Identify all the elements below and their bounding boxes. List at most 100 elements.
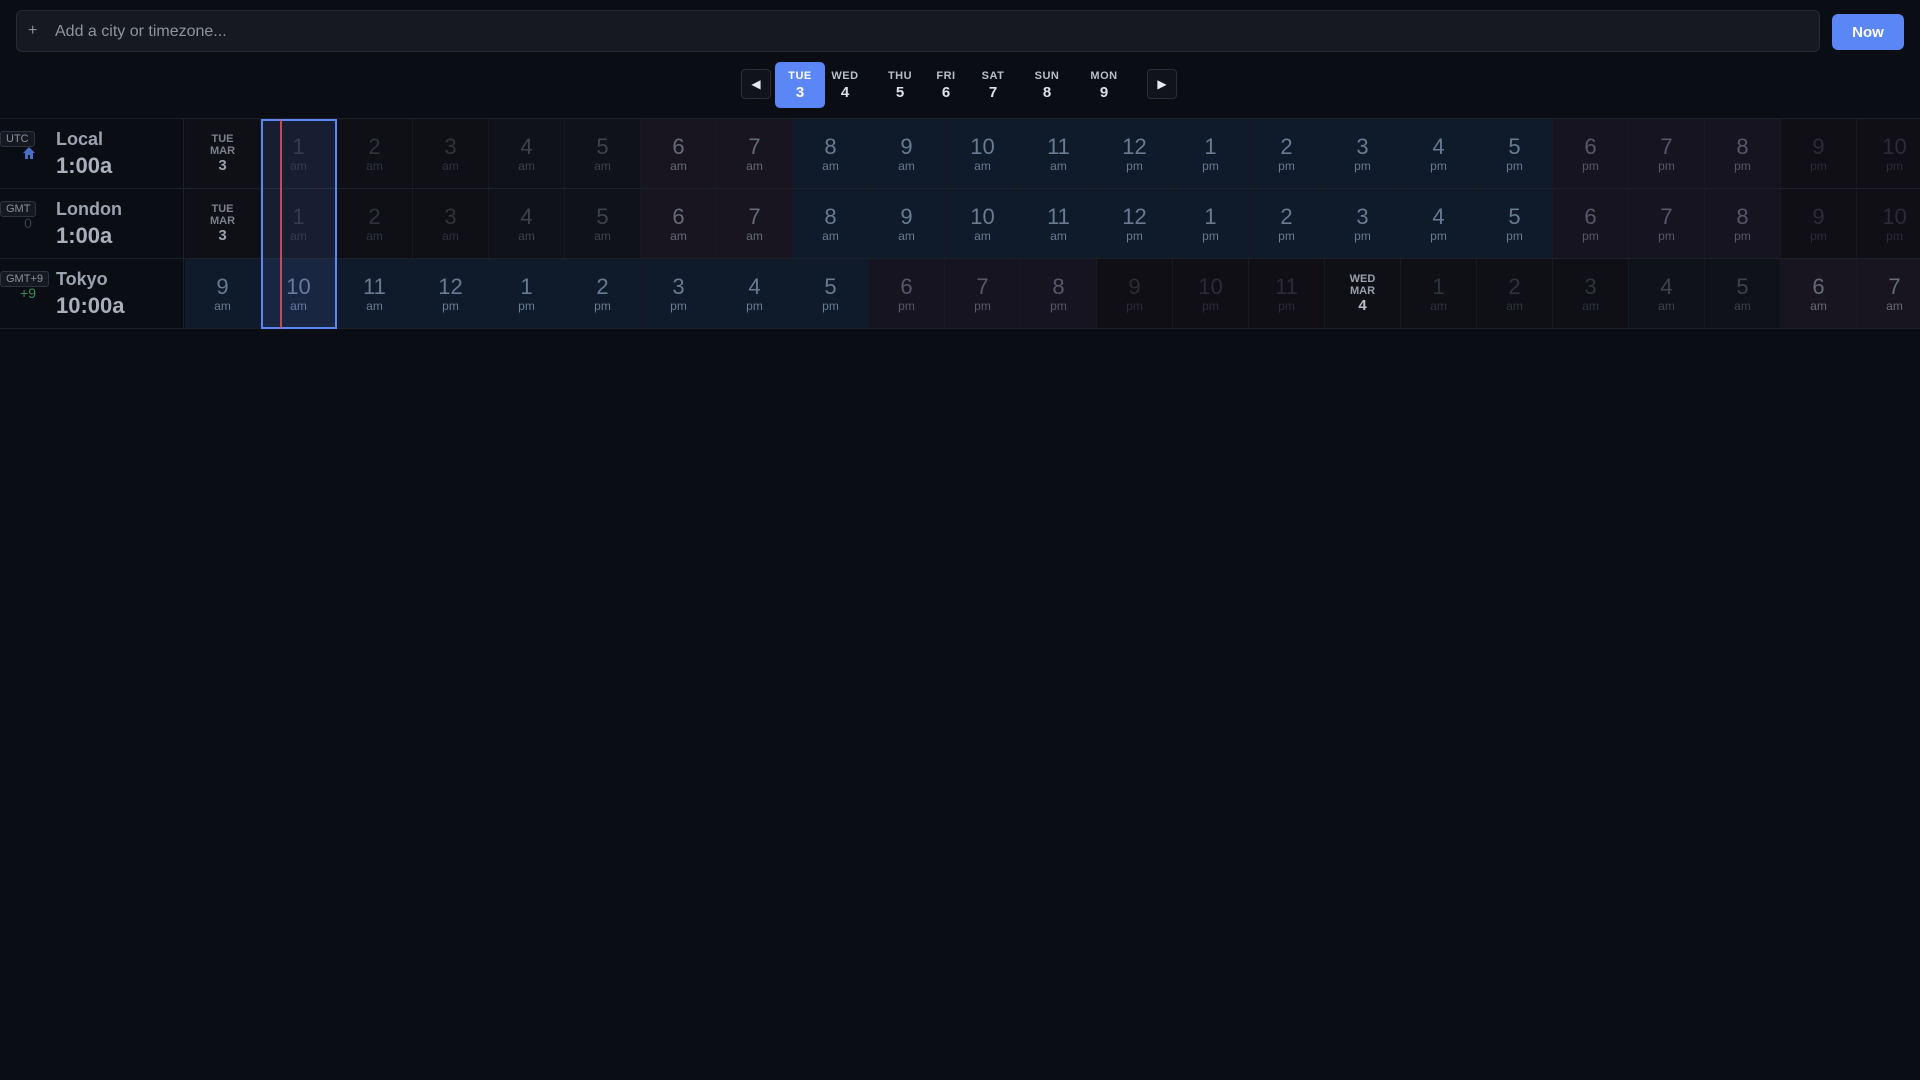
hour-cell[interactable]: 7 pm — [1629, 189, 1705, 258]
day-tab-tue[interactable]: TUE 3 — [775, 62, 825, 108]
hour-cell[interactable]: 6 pm — [1553, 119, 1629, 188]
hour-cell[interactable]: 4 pm — [1401, 119, 1477, 188]
next-day-button[interactable]: ▶ — [1147, 69, 1177, 99]
hour-cell[interactable]: 6 am — [641, 119, 717, 188]
date-cell[interactable]: TUE MAR 3 — [185, 189, 261, 258]
meridiem: am — [974, 158, 991, 173]
hour-cell[interactable]: 7 am — [717, 189, 793, 258]
day-tab-mon[interactable]: MON 9 — [1079, 62, 1129, 108]
day-tab-sat[interactable]: SAT 7 — [971, 62, 1015, 108]
hour-cell[interactable]: 11 am — [1021, 119, 1097, 188]
hour-cell[interactable]: 8 am — [793, 189, 869, 258]
date-cell[interactable]: WED MAR 4 — [1325, 259, 1401, 328]
hour-cell[interactable]: 4 am — [489, 189, 565, 258]
day-tab-name: SUN — [1034, 69, 1060, 82]
meridiem: pm — [1202, 158, 1219, 173]
hour-number: 4 — [1432, 203, 1445, 229]
hour-cell[interactable]: 4 pm — [1401, 189, 1477, 258]
hour-cell[interactable]: 12 pm — [1097, 119, 1173, 188]
hour-number: 6 — [900, 273, 913, 299]
hour-cell[interactable]: 12 pm — [1097, 189, 1173, 258]
date-cell[interactable]: TUE MAR 3 — [185, 119, 261, 188]
hour-number: 5 — [1508, 203, 1521, 229]
hour-cell[interactable]: 3 am — [1553, 259, 1629, 328]
hour-cell[interactable]: 4 am — [489, 119, 565, 188]
hour-cell[interactable]: 10 pm — [1173, 259, 1249, 328]
hour-cell[interactable]: 11 pm — [1249, 259, 1325, 328]
hour-cell[interactable]: 6 pm — [1553, 189, 1629, 258]
hour-cell[interactable]: 2 am — [1477, 259, 1553, 328]
hour-number: 7 — [748, 133, 761, 159]
hour-cell[interactable]: 1 pm — [1173, 189, 1249, 258]
day-number: 4 — [1358, 297, 1367, 314]
day-tab-sun[interactable]: SUN 8 — [1023, 62, 1071, 108]
hour-cell[interactable]: 9 am — [869, 119, 945, 188]
hour-cell[interactable]: 9 pm — [1097, 259, 1173, 328]
hour-cell[interactable]: 9 pm — [1781, 189, 1857, 258]
hour-cell[interactable]: 5 am — [565, 189, 641, 258]
hour-cell[interactable]: 1 am — [261, 119, 337, 188]
hour-cell[interactable]: 1 am — [1401, 259, 1477, 328]
meridiem: pm — [1810, 158, 1827, 173]
hour-cell[interactable]: 11 am — [1021, 189, 1097, 258]
hour-cell[interactable]: 10 pm — [1857, 119, 1920, 188]
hour-cell[interactable]: 7 pm — [1629, 119, 1705, 188]
day-tab-wed[interactable]: WED 4 — [823, 62, 867, 108]
hour-cell[interactable]: 3 pm — [641, 259, 717, 328]
hour-cell[interactable]: 5 pm — [1477, 189, 1553, 258]
timezone-row-london[interactable]: 0 London GMT 1:00a TUE MAR 3 1 am 2 am 3 am 4 am 5 am 6 am… — [0, 189, 1920, 259]
hour-cell[interactable]: 7 am — [1857, 259, 1920, 328]
hour-cell[interactable]: 3 am — [413, 119, 489, 188]
hour-cell[interactable]: 10 am — [261, 259, 337, 328]
hour-cell[interactable]: 2 am — [337, 189, 413, 258]
hour-cell[interactable]: 3 am — [413, 189, 489, 258]
hour-cell[interactable]: 5 pm — [1477, 119, 1553, 188]
add-city-input[interactable] — [53, 11, 1797, 53]
hour-cell[interactable]: 8 pm — [1705, 119, 1781, 188]
hour-cell[interactable]: 2 pm — [565, 259, 641, 328]
hour-cell[interactable]: 1 pm — [489, 259, 565, 328]
hour-cell[interactable]: 5 am — [565, 119, 641, 188]
hour-cell[interactable]: 4 am — [1629, 259, 1705, 328]
hour-cell[interactable]: 2 am — [337, 119, 413, 188]
hour-cell[interactable]: 1 pm — [1173, 119, 1249, 188]
hour-cell[interactable]: 8 pm — [1021, 259, 1097, 328]
day-tab-thu[interactable]: THU 5 — [877, 62, 923, 108]
hour-number: 9 — [1812, 203, 1825, 229]
meridiem: pm — [1278, 158, 1295, 173]
now-button[interactable]: Now — [1832, 14, 1904, 50]
timezone-label: 0 London GMT 1:00a — [0, 189, 184, 258]
hour-cell[interactable]: 2 pm — [1249, 119, 1325, 188]
hour-cell[interactable]: 9 am — [185, 259, 261, 328]
hour-cell[interactable]: 8 pm — [1705, 189, 1781, 258]
meridiem: am — [518, 228, 535, 243]
hour-cell[interactable]: 10 am — [945, 189, 1021, 258]
hour-cell[interactable]: 10 am — [945, 119, 1021, 188]
hour-cell[interactable]: 7 pm — [945, 259, 1021, 328]
hour-cell[interactable]: 3 pm — [1325, 189, 1401, 258]
hour-cell[interactable]: 3 pm — [1325, 119, 1401, 188]
add-city-search[interactable]: + — [16, 10, 1820, 53]
hour-cell[interactable]: 9 pm — [1781, 119, 1857, 188]
prev-day-button[interactable]: ◀ — [741, 69, 771, 99]
hour-cell[interactable]: 5 pm — [793, 259, 869, 328]
meridiem: am — [594, 158, 611, 173]
chevron-right-icon: ▶ — [1157, 77, 1167, 91]
timezone-row-tokyo[interactable]: +9 Tokyo GMT+9 10:00a 9 am 10 am 11 am 12 pm 1 pm 2 pm 3… — [0, 259, 1920, 329]
hour-cell[interactable]: 8 am — [793, 119, 869, 188]
hour-cell[interactable]: 6 am — [1781, 259, 1857, 328]
hour-cell[interactable]: 9 am — [869, 189, 945, 258]
hour-cell[interactable]: 12 pm — [413, 259, 489, 328]
hour-cell[interactable]: 10 pm — [1857, 189, 1920, 258]
hour-cell[interactable]: 2 pm — [1249, 189, 1325, 258]
hour-cell[interactable]: 4 pm — [717, 259, 793, 328]
hour-cell[interactable]: 6 pm — [869, 259, 945, 328]
hour-cell[interactable]: 1 am — [261, 189, 337, 258]
hour-cell[interactable]: 5 am — [1705, 259, 1781, 328]
hour-number: 8 — [1052, 273, 1065, 299]
hour-cell[interactable]: 7 am — [717, 119, 793, 188]
hour-cell[interactable]: 11 am — [337, 259, 413, 328]
timezone-row-local[interactable]: Local UTC 1:00a TUE MAR 3 1 am 2 am 3 am 4 am 5 am 6 am 7 a… — [0, 119, 1920, 189]
day-tab-fri[interactable]: FRI 6 — [927, 62, 965, 108]
hour-cell[interactable]: 6 am — [641, 189, 717, 258]
